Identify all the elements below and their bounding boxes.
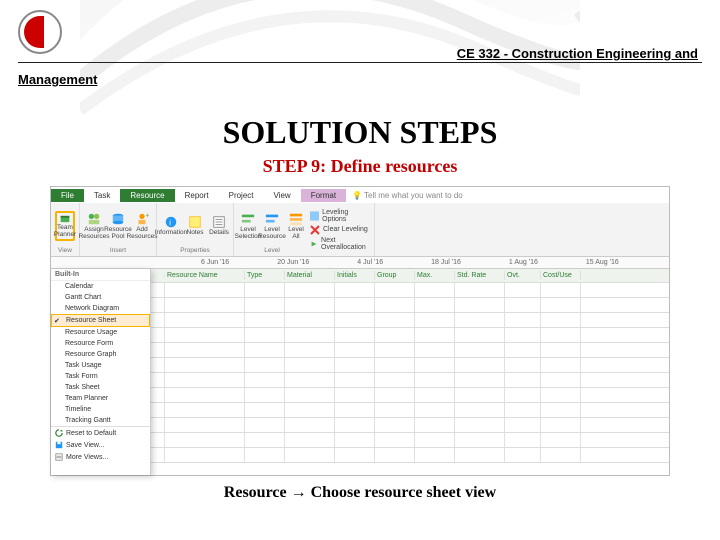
group-view: Team Planner View <box>51 203 80 256</box>
ms-project-window: File Task Resource Report Project View F… <box>50 186 670 476</box>
timeline-tick: 20 Jun '16 <box>277 259 309 266</box>
group-properties: i Information Notes Details Properties <box>157 203 234 256</box>
group-label: View <box>58 247 72 254</box>
timeline-tick: 6 Jun '16 <box>201 259 229 266</box>
sheet-row[interactable] <box>151 313 669 328</box>
sheet-row[interactable] <box>151 358 669 373</box>
sheet-row[interactable] <box>151 433 669 448</box>
col-material[interactable]: Material <box>285 271 335 280</box>
notes-button[interactable]: Notes <box>185 211 205 241</box>
view-resource-form[interactable]: Resource Form <box>51 338 150 349</box>
view-network[interactable]: Network Diagram <box>51 303 150 314</box>
timeline-tick: 18 Jul '16 <box>431 259 461 266</box>
svg-text:+: + <box>146 212 150 219</box>
timeline-tick: 4 Jul '16 <box>357 259 383 266</box>
level-resource-button[interactable]: Level Resource <box>262 211 282 241</box>
course-title-left: Management <box>18 72 97 87</box>
resource-pool-button[interactable]: Resource Pool <box>108 211 128 241</box>
tab-task[interactable]: Task <box>84 189 120 202</box>
tab-view[interactable]: View <box>264 189 301 202</box>
view-task-sheet[interactable]: Task Sheet <box>51 382 150 393</box>
sheet-row[interactable] <box>151 373 669 388</box>
svg-text:i: i <box>169 219 171 228</box>
view-resource-graph[interactable]: Resource Graph <box>51 349 150 360</box>
leveling-options-button[interactable]: Leveling Options <box>310 210 370 222</box>
view-tracking-gantt[interactable]: Tracking Gantt <box>51 415 150 426</box>
view-calendar[interactable]: Calendar <box>51 281 150 292</box>
details-button[interactable]: Details <box>209 211 229 241</box>
view-gantt[interactable]: Gantt Chart <box>51 292 150 303</box>
timeline-tick: 15 Aug '16 <box>586 259 619 266</box>
save-view[interactable]: Save View... <box>51 439 150 451</box>
tell-me-search[interactable]: 💡Tell me what you want to do <box>346 191 669 200</box>
tab-resource[interactable]: Resource <box>120 189 174 202</box>
sheet-row[interactable] <box>151 388 669 403</box>
ribbon-tabs: File Task Resource Report Project View F… <box>51 187 669 203</box>
sheet-row[interactable] <box>151 298 669 313</box>
resource-sheet: Resource Name Type Material Initials Gro… <box>151 269 669 475</box>
team-planner-button[interactable]: Team Planner <box>55 211 75 241</box>
course-title-right: CE 332 - Construction Engineering and <box>457 46 698 61</box>
view-dropdown: Built-In Calendar Gantt Chart Network Di… <box>51 269 151 475</box>
divider <box>18 62 702 63</box>
col-costuse[interactable]: Cost/Use <box>541 271 581 280</box>
view-resource-usage[interactable]: Resource Usage <box>51 327 150 338</box>
col-name[interactable]: Resource Name <box>165 271 245 280</box>
tab-format[interactable]: Format <box>301 189 346 202</box>
col-initials[interactable]: Initials <box>335 271 375 280</box>
check-icon: ✔ <box>54 317 62 325</box>
next-overallocation-button[interactable]: Next Overallocation <box>310 238 370 250</box>
add-resources-button[interactable]: + Add Resources <box>132 211 152 241</box>
reset-default[interactable]: Reset to Default <box>51 427 150 439</box>
col-max[interactable]: Max. <box>415 271 455 280</box>
tab-file[interactable]: File <box>51 189 84 202</box>
sheet-row[interactable] <box>151 418 669 433</box>
more-views[interactable]: More Views... <box>51 451 150 463</box>
caption: Resource → Choose resource sheet view <box>0 484 720 502</box>
information-button[interactable]: i Information <box>161 211 181 241</box>
view-timeline[interactable]: Timeline <box>51 404 150 415</box>
tab-report[interactable]: Report <box>175 189 219 202</box>
col-ovt[interactable]: Ovt. <box>505 271 541 280</box>
timeline: 6 Jun '16 20 Jun '16 4 Jul '16 18 Jul '1… <box>51 257 669 269</box>
timeline-tick: 1 Aug '16 <box>509 259 538 266</box>
level-all-button[interactable]: Level All <box>286 211 306 241</box>
sheet-row[interactable] <box>151 448 669 463</box>
group-label: Properties <box>180 247 210 254</box>
group-assignments: Assign Resources Resource Pool + Add Res… <box>80 203 157 256</box>
sheet-row[interactable] <box>151 403 669 418</box>
bulb-icon: 💡 <box>352 191 362 200</box>
ribbon-body: Team Planner View Assign Resources Resou… <box>51 203 669 257</box>
logo-icon <box>18 10 62 54</box>
col-stdrate[interactable]: Std. Rate <box>455 271 505 280</box>
col-group[interactable]: Group <box>375 271 415 280</box>
col-indicator[interactable] <box>151 275 165 277</box>
step-label: STEP 9: Define resources <box>0 156 720 177</box>
sheet-row[interactable] <box>151 328 669 343</box>
col-type[interactable]: Type <box>245 271 285 280</box>
tab-project[interactable]: Project <box>219 189 264 202</box>
view-task-form[interactable]: Task Form <box>51 371 150 382</box>
assign-resources-button[interactable]: Assign Resources <box>84 211 104 241</box>
sheet-row[interactable] <box>151 343 669 358</box>
group-label: Insert <box>110 247 126 254</box>
view-task-usage[interactable]: Task Usage <box>51 360 150 371</box>
group-level: Level Selection Level Resource Level All… <box>234 203 375 256</box>
dropdown-section: Built-In <box>51 269 150 281</box>
clear-leveling-button[interactable]: Clear Leveling <box>310 224 370 236</box>
sheet-header: Resource Name Type Material Initials Gro… <box>151 269 669 283</box>
view-resource-sheet[interactable]: ✔Resource Sheet <box>51 314 150 327</box>
view-team-planner[interactable]: Team Planner <box>51 393 150 404</box>
level-selection-button[interactable]: Level Selection <box>238 211 258 241</box>
group-label: Level <box>264 247 280 254</box>
sheet-row[interactable] <box>151 283 669 298</box>
page-title: SOLUTION STEPS <box>0 114 720 151</box>
